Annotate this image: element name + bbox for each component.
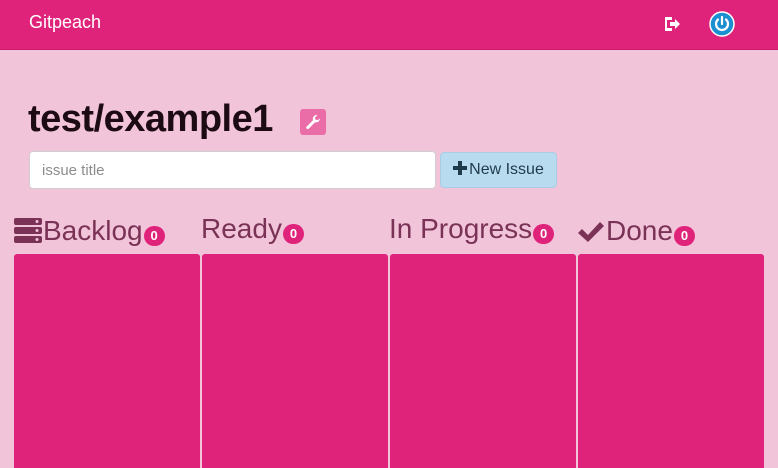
column-header-backlog: Backlog 0 <box>14 208 165 248</box>
count-badge: 0 <box>282 224 304 244</box>
stack-icon <box>14 218 42 244</box>
column-done[interactable] <box>578 254 764 468</box>
column-in-progress[interactable] <box>390 254 576 468</box>
column-label: In Progress <box>389 213 533 244</box>
column-ready[interactable] <box>202 254 388 468</box>
plus-icon <box>453 160 468 180</box>
count-badge: 0 <box>143 226 165 246</box>
new-issue-label: New Issue <box>469 161 544 178</box>
sign-out-icon[interactable] <box>660 11 684 37</box>
column-header-done: Done 0 <box>577 208 695 248</box>
page-title: test/example1 <box>28 98 273 140</box>
column-label: Ready <box>201 213 282 244</box>
count-badge: 0 <box>673 226 695 246</box>
count-badge: 0 <box>533 224 555 244</box>
column-label: Backlog <box>43 215 143 246</box>
navbar: Gitpeach <box>0 0 778 50</box>
column-header-ready: Ready 0 <box>201 206 304 246</box>
new-issue-button[interactable]: New Issue <box>440 152 557 188</box>
brand-link[interactable]: Gitpeach <box>29 12 101 33</box>
column-header-in-progress: In Progress 0 <box>389 206 555 246</box>
column-backlog[interactable] <box>14 254 200 468</box>
check-icon <box>577 220 605 244</box>
issue-title-input[interactable] <box>29 151 436 189</box>
wrench-icon[interactable] <box>300 109 326 135</box>
power-icon[interactable] <box>709 11 735 37</box>
column-label: Done <box>606 215 673 246</box>
